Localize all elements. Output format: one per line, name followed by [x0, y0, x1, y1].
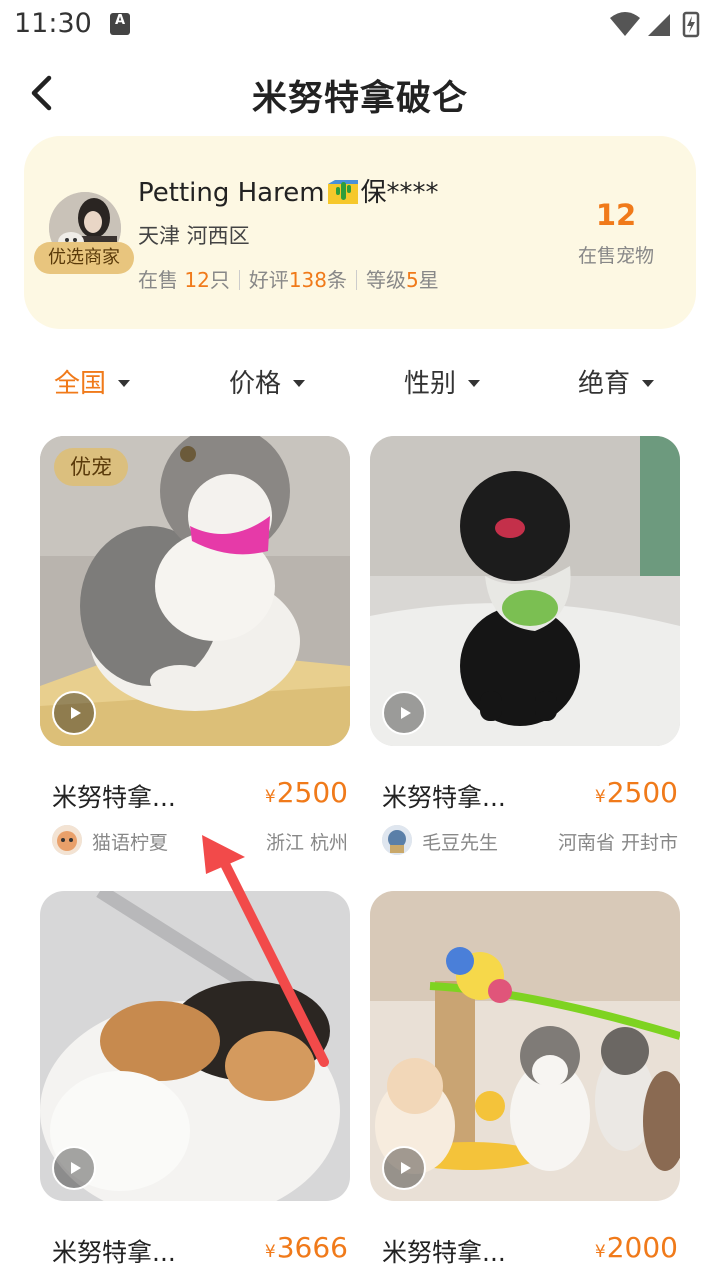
price-value: 2000: [606, 1231, 678, 1264]
on-sale-label: 在售: [138, 268, 178, 292]
filter-price-label: 价格: [229, 369, 282, 399]
price-value: 2500: [606, 776, 678, 809]
caret-down-icon: [468, 380, 481, 387]
filter-bar: 全国 价格 性别 绝育: [0, 355, 720, 411]
listing-card[interactable]: 优宠 米努特拿... ¥2500 猫语柠夏 浙江 杭州: [40, 436, 350, 866]
filter-neutered[interactable]: 绝育: [578, 363, 655, 403]
price-value: 3666: [276, 1231, 348, 1264]
reviews-value: 138: [288, 268, 327, 292]
listing-card[interactable]: 米努特拿... ¥3666: [40, 891, 350, 1280]
page-title: 米努特拿破仑: [251, 79, 468, 119]
play-icon: [401, 1162, 411, 1174]
level-value: 5: [406, 268, 419, 292]
stats-divider: [238, 270, 240, 290]
filter-price[interactable]: 价格: [229, 363, 306, 403]
pets-on-sale-count: 12: [595, 198, 637, 232]
level-label: 等级: [366, 268, 406, 292]
currency-symbol: ¥: [264, 787, 276, 807]
reviews-unit: 条: [327, 268, 347, 292]
status-bar: 11:30 A: [0, 0, 720, 50]
seller-location: 天津 河西区: [138, 224, 250, 248]
seller-name: Petting Harem 保****: [138, 172, 439, 209]
on-sale-unit: 只: [209, 268, 230, 292]
signal-icon: [648, 14, 670, 36]
seller-name-prefix: Petting Harem: [138, 178, 325, 208]
listing-photo[interactable]: [370, 891, 680, 1201]
listing-seller: 毛豆先生: [422, 832, 499, 854]
listing-price: ¥3666: [265, 1231, 348, 1264]
seller-card[interactable]: 优选商家 Petting Harem 保**** 天津 河西区 在售 12只 好评…: [24, 136, 696, 329]
currency-symbol: ¥: [594, 787, 606, 807]
stats-divider: [356, 270, 357, 290]
status-icons: [610, 11, 700, 38]
listing-photo[interactable]: [40, 891, 350, 1201]
filter-region-label: 全国: [54, 369, 107, 399]
seller-name-suffix: 保****: [360, 178, 439, 208]
filter-neutered-label: 绝育: [578, 369, 631, 399]
preferred-merchant-badge: 优选商家: [34, 242, 134, 274]
pets-on-sale-label: 在售宠物: [577, 245, 654, 267]
seller-stats: 在售 12只 好评138条 等级5星: [138, 264, 439, 293]
caret-down-icon: [118, 380, 131, 387]
wifi-icon: [610, 12, 640, 36]
level-unit: 星: [418, 268, 439, 292]
listing-photo[interactable]: [370, 436, 680, 746]
currency-symbol: ¥: [264, 1242, 276, 1262]
listing-photo[interactable]: 优宠: [40, 436, 350, 746]
listing-location: 河南省 开封市: [557, 832, 678, 854]
a-icon: A: [110, 13, 130, 35]
listing-price: ¥2500: [595, 776, 678, 809]
play-video-button[interactable]: [382, 691, 426, 735]
listing-card[interactable]: 米努特拿... ¥2500 毛豆先生 河南省 开封市: [370, 436, 680, 866]
caret-down-icon: [293, 380, 306, 387]
play-video-button[interactable]: [52, 691, 96, 735]
premium-pet-badge: 优宠: [54, 448, 128, 486]
nav-bar: 米努特拿破仑: [0, 58, 720, 128]
seller-avatar-small: [52, 825, 82, 855]
play-icon: [401, 707, 411, 719]
on-sale-value: 12: [184, 268, 210, 292]
filter-gender-label: 性别: [404, 369, 457, 399]
listing-title: 米努特拿...: [52, 783, 176, 812]
listing-title: 米努特拿...: [382, 1238, 506, 1267]
filter-region[interactable]: 全国: [54, 363, 131, 403]
play-video-button[interactable]: [52, 1146, 96, 1190]
listing-title: 米努特拿...: [52, 1238, 176, 1267]
play-icon: [71, 1162, 81, 1174]
play-icon: [71, 707, 81, 719]
currency-symbol: ¥: [594, 1242, 606, 1262]
listing-card[interactable]: 米努特拿... ¥2000: [370, 891, 680, 1280]
listing-title: 米努特拿...: [382, 783, 506, 812]
listing-price: ¥2500: [265, 776, 348, 809]
listing-location: 浙江 杭州: [265, 832, 348, 854]
status-time: 11:30: [14, 8, 92, 39]
price-value: 2500: [276, 776, 348, 809]
cactus-flag-icon: [327, 180, 358, 204]
play-video-button[interactable]: [382, 1146, 426, 1190]
reviews-label: 好评: [248, 268, 289, 292]
listing-price: ¥2000: [595, 1231, 678, 1264]
caret-down-icon: [642, 380, 655, 387]
listing-seller: 猫语柠夏: [92, 832, 169, 854]
seller-avatar-small: [382, 825, 412, 855]
filter-gender[interactable]: 性别: [404, 363, 481, 403]
